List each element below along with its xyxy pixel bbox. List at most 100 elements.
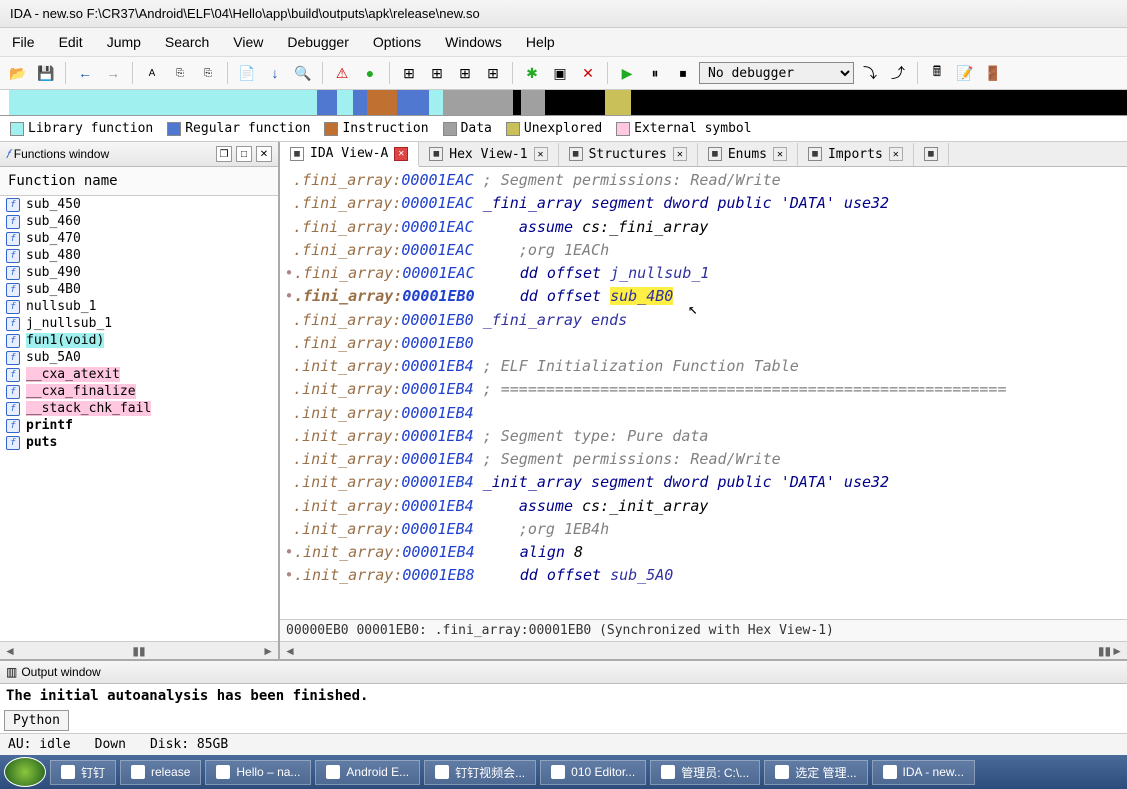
hscroll[interactable]: ◄▮▮► (0, 641, 278, 659)
code-c-icon[interactable]: ⎘ (196, 61, 220, 85)
function-row[interactable]: fsub_5A0 (0, 349, 278, 366)
stop-icon[interactable]: ⏹ (671, 61, 695, 85)
disasm-line[interactable]: .fini_array:00001EAC ; Segment permissio… (280, 169, 1127, 192)
restore-icon[interactable]: ❐ (216, 146, 232, 162)
tab-imports[interactable]: ▦Imports✕ (798, 143, 914, 166)
green-dot-icon[interactable]: ● (358, 61, 382, 85)
nav-segment[interactable] (9, 90, 317, 115)
taskbar-item[interactable]: release (120, 760, 201, 785)
disasm-line[interactable]: •.fini_array:00001EB0 dd offset sub_4B0 (280, 285, 1127, 308)
function-row[interactable]: ffun1(void) (0, 332, 278, 349)
nav-segment[interactable] (631, 90, 647, 115)
function-row[interactable]: fsub_4B0 (0, 281, 278, 298)
forward-icon[interactable]: → (101, 61, 125, 85)
disasm-line[interactable]: .init_array:00001EB4 ; ELF Initializatio… (280, 355, 1127, 378)
disasm-line[interactable]: .init_array:00001EB4 assume cs:_init_arr… (280, 495, 1127, 518)
taskbar-item[interactable]: IDA - new... (872, 760, 975, 785)
star-icon[interactable]: ✱ (520, 61, 544, 85)
disasm-line[interactable]: •.fini_array:00001EAC dd offset j_nullsu… (280, 262, 1127, 285)
globe-icon[interactable]: 🔍 (291, 61, 315, 85)
function-row[interactable]: fprintf (0, 417, 278, 434)
tab-close-icon[interactable]: ✕ (889, 147, 903, 161)
disasm-line[interactable]: .init_array:00001EB4 ;org 1EB4h (280, 518, 1127, 541)
nav-segment[interactable] (513, 90, 521, 115)
save-icon[interactable]: 💾 (34, 61, 58, 85)
taskbar-item[interactable]: 钉钉视频会... (424, 760, 536, 785)
debugger-select[interactable]: No debugger (699, 62, 854, 84)
start-button[interactable] (4, 757, 46, 787)
disasm-line[interactable]: •.init_array:00001EB4 align 8 (280, 541, 1127, 564)
function-row[interactable]: f__cxa_finalize (0, 383, 278, 400)
disasm-line[interactable]: .init_array:00001EB4 ; =================… (280, 378, 1127, 401)
taskbar-item[interactable]: 010 Editor... (540, 760, 646, 785)
function-row[interactable]: fsub_480 (0, 247, 278, 264)
pause-icon[interactable]: ⏸ (643, 61, 667, 85)
struct2-icon[interactable]: ⊞ (425, 61, 449, 85)
menu-file[interactable]: File (6, 32, 41, 52)
exit-icon[interactable]: 🚪 (981, 61, 1005, 85)
function-row[interactable]: f__stack_chk_fail (0, 400, 278, 417)
step2-icon[interactable]: ⤴ (886, 61, 910, 85)
nav-segment[interactable] (443, 90, 513, 115)
tab-hex-view-1[interactable]: ▦Hex View-1✕ (419, 143, 558, 166)
nav-bar[interactable] (0, 90, 1127, 116)
step-icon[interactable]: ⤵ (858, 61, 882, 85)
close-icon[interactable]: ✕ (256, 146, 272, 162)
menu-search[interactable]: Search (159, 32, 215, 52)
tab-ida-view-a[interactable]: ▦IDA View-A✕ (280, 142, 419, 167)
menu-jump[interactable]: Jump (101, 32, 147, 52)
taskbar-item[interactable]: Android E... (315, 760, 420, 785)
nav-segment[interactable] (337, 90, 353, 115)
calc-icon[interactable]: 🖩 (925, 61, 949, 85)
menu-debugger[interactable]: Debugger (281, 32, 355, 52)
disasm-line[interactable]: •.init_array:00001EB8 dd offset sub_5A0 (280, 564, 1127, 587)
tab-overflow[interactable]: ▦ (914, 143, 949, 165)
function-row[interactable]: fsub_460 (0, 213, 278, 230)
down-icon[interactable]: ↓ (263, 61, 287, 85)
disasm-line[interactable]: .fini_array:00001EAC assume cs:_fini_arr… (280, 216, 1127, 239)
taskbar-item[interactable]: Hello – na... (205, 760, 311, 785)
function-row[interactable]: fsub_490 (0, 264, 278, 281)
function-row[interactable]: fsub_450 (0, 196, 278, 213)
x-icon[interactable]: ✕ (576, 61, 600, 85)
nav-segment[interactable] (647, 90, 1127, 115)
disasm-line[interactable]: .init_array:00001EB4 ; Segment permissio… (280, 448, 1127, 471)
disasm-line[interactable]: .init_array:00001EB4 _init_array segment… (280, 471, 1127, 494)
tab-structures[interactable]: ▦Structures✕ (559, 143, 698, 166)
struct4-icon[interactable]: ⊞ (481, 61, 505, 85)
tab-close-icon[interactable]: ✕ (773, 147, 787, 161)
nav-segment[interactable] (317, 90, 337, 115)
code-a-icon[interactable]: A (140, 61, 164, 85)
disasm-hscroll[interactable]: ◄▮▮► (280, 641, 1127, 659)
menu-help[interactable]: Help (520, 32, 561, 52)
disassembly-view[interactable]: ↖ .fini_array:00001EAC ; Segment permiss… (280, 167, 1127, 619)
disasm-line[interactable]: .init_array:00001EB4 (280, 402, 1127, 425)
nav-segment[interactable] (605, 90, 631, 115)
menu-view[interactable]: View (227, 32, 269, 52)
disasm-line[interactable]: .init_array:00001EB4 ; Segment type: Pur… (280, 425, 1127, 448)
disasm-line[interactable]: .fini_array:00001EAC ;org 1EACh (280, 239, 1127, 262)
play-icon[interactable]: ▶ (615, 61, 639, 85)
code-b-icon[interactable]: ⎘ (168, 61, 192, 85)
function-row[interactable]: fsub_470 (0, 230, 278, 247)
back-icon[interactable]: ← (73, 61, 97, 85)
disasm-line[interactable]: .fini_array:00001EAC _fini_array segment… (280, 192, 1127, 215)
menu-windows[interactable]: Windows (439, 32, 508, 52)
fn-column-header[interactable]: Function name (0, 167, 278, 196)
disasm-line[interactable]: .fini_array:00001EB0 _fini_array ends (280, 309, 1127, 332)
taskbar-item[interactable]: 钉钉 (50, 760, 116, 785)
maximize-icon[interactable]: □ (236, 146, 252, 162)
warn-icon[interactable]: ⚠ (330, 61, 354, 85)
text-icon[interactable]: 📄 (235, 61, 259, 85)
tab-close-icon[interactable]: ✕ (534, 147, 548, 161)
tab-close-icon[interactable]: ✕ (673, 147, 687, 161)
nav-segment[interactable] (545, 90, 605, 115)
menu-edit[interactable]: Edit (53, 32, 89, 52)
function-row[interactable]: fnullsub_1 (0, 298, 278, 315)
nav-segment[interactable] (521, 90, 545, 115)
disasm-line[interactable]: .fini_array:00001EB0 (280, 332, 1127, 355)
function-row[interactable]: f__cxa_atexit (0, 366, 278, 383)
function-row[interactable]: fputs (0, 434, 278, 451)
taskbar-item[interactable]: 选定 管理... (764, 760, 867, 785)
struct3-icon[interactable]: ⊞ (453, 61, 477, 85)
